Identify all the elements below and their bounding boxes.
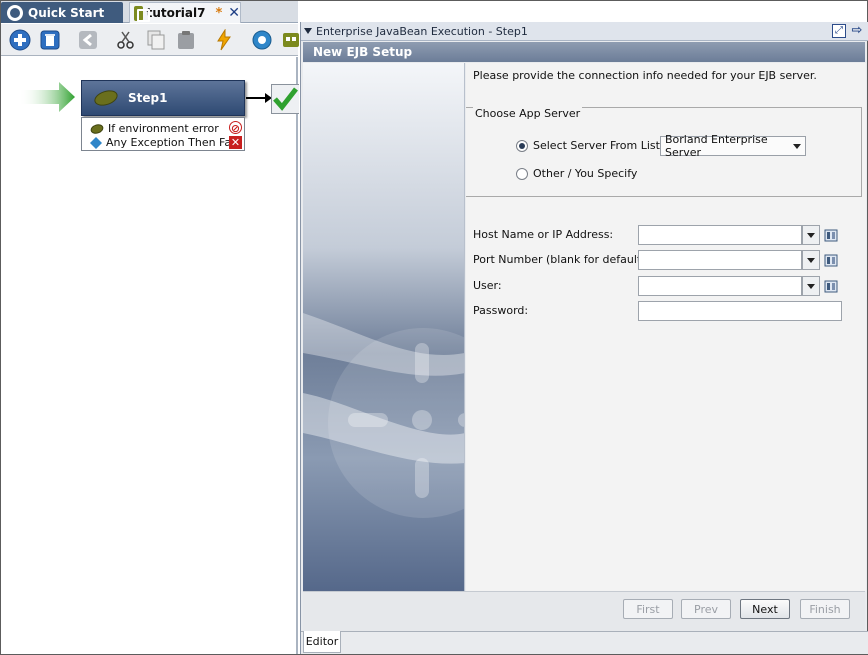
success-node[interactable] (271, 84, 299, 114)
host-field-row: Host Name or IP Address: (473, 225, 863, 245)
arrow-left-icon (79, 30, 97, 49)
server-select[interactable]: Borland Enterprise Server (660, 133, 806, 159)
trash-icon (40, 30, 60, 49)
group-title: Choose App Server (473, 107, 583, 120)
editor-pane: Enterprise JavaBean Execution - Step1 ⤢ … (300, 22, 868, 654)
wizard-side-art (303, 63, 465, 591)
radio-other-label: Other / You Specify (533, 167, 638, 180)
port-dropdown-button[interactable] (802, 250, 820, 270)
step-connector (246, 93, 272, 103)
gear-icon (252, 30, 272, 49)
scissors-icon (117, 31, 134, 49)
condition-row[interactable]: Any Exception Then Fail (90, 135, 237, 150)
radio-select-from-list[interactable]: Select Server From List: (516, 139, 664, 152)
prev-button[interactable]: Prev (681, 599, 731, 619)
host-dropdown-button[interactable] (802, 225, 820, 245)
red-x-icon: ✕ (229, 136, 242, 149)
host-label: Host Name or IP Address: (473, 228, 614, 241)
user-label: User: (473, 279, 502, 292)
wizard-button-bar: First Prev Next Finish (303, 591, 865, 631)
bean-icon (90, 123, 104, 134)
quick-start-icon (7, 4, 23, 21)
copy-icon (147, 30, 165, 49)
back-button[interactable] (77, 28, 99, 52)
wizard-form: Please provide the connection info neede… (466, 63, 866, 591)
workflow-canvas[interactable]: Step1 If environment error ⊘ Any Excepti… (1, 57, 299, 654)
port-label: Port Number (blank for default): (473, 253, 650, 266)
tab-editor[interactable]: Editor (303, 631, 341, 653)
clipboard-icon (178, 30, 194, 49)
diamond-icon (90, 136, 102, 149)
user-field-row: User: (473, 276, 863, 296)
password-input[interactable] (638, 301, 842, 321)
condition-row[interactable]: If environment error (90, 121, 219, 136)
radio-select-label: Select Server From List: (533, 139, 664, 152)
modified-indicator: * (215, 5, 223, 21)
server-select-value: Borland Enterprise Server (665, 133, 768, 159)
browse-icon[interactable] (824, 279, 838, 293)
editor-pane-title: Enterprise JavaBean Execution - Step1 (316, 24, 528, 38)
tab-tutorial7-label: tutorial7 (146, 6, 206, 20)
collapse-triangle-icon[interactable] (304, 28, 312, 34)
editor-pane-title-bar: Enterprise JavaBean Execution - Step1 ⤢ … (301, 22, 868, 41)
radio-other-specify[interactable]: Other / You Specify (516, 167, 637, 180)
run-button[interactable] (213, 28, 235, 52)
password-label: Password: (473, 304, 529, 317)
intro-text: Please provide the connection info neede… (473, 69, 817, 82)
port-field-row: Port Number (blank for default): (473, 250, 863, 270)
condition-label: Any Exception Then Fail (106, 136, 238, 149)
workflow-toolbar (1, 24, 299, 56)
condition-label: If environment error (108, 122, 219, 135)
step1-node[interactable]: Step1 (81, 80, 245, 116)
checkmark-icon (273, 87, 298, 111)
step1-conditions: If environment error ⊘ Any Exception The… (81, 117, 245, 151)
close-tab-icon[interactable]: ✕ (228, 5, 240, 21)
wizard-header: New EJB Setup (303, 42, 865, 62)
tab-tutorial7[interactable]: tutorial7 * ✕ (129, 2, 241, 23)
step1-label: Step1 (128, 91, 168, 105)
user-input[interactable] (638, 276, 802, 296)
browse-icon[interactable] (824, 253, 838, 267)
tab-quick-start-label: Quick Start (28, 5, 105, 20)
tab-quick-start[interactable]: Quick Start (1, 2, 123, 23)
bean-icon (92, 87, 120, 109)
radio-button-selected[interactable] (516, 139, 528, 152)
add-button[interactable] (9, 28, 31, 52)
no-entry-icon: ⊘ (229, 121, 242, 135)
port-input[interactable] (638, 250, 802, 270)
bottom-tab-strip: Editor (301, 631, 868, 654)
arrow-right-icon[interactable]: ⇨ (850, 24, 864, 38)
maximize-icon[interactable]: ⤢ (832, 24, 846, 38)
chevron-down-icon (793, 144, 801, 149)
decorative-banner-image (303, 63, 464, 591)
add-icon (9, 29, 31, 50)
radio-button[interactable] (516, 167, 528, 180)
user-dropdown-button[interactable] (802, 276, 820, 296)
cut-button[interactable] (115, 28, 137, 52)
lightning-icon (217, 28, 231, 50)
host-input[interactable] (638, 225, 802, 245)
first-button[interactable]: First (623, 599, 673, 619)
document-tab-strip: Quick Start tutorial7 * ✕ (1, 1, 298, 23)
finish-button[interactable]: Finish (800, 599, 850, 619)
delete-button[interactable] (39, 28, 61, 52)
browse-icon[interactable] (824, 228, 838, 242)
next-button[interactable]: Next (740, 599, 790, 619)
app-server-group: Choose App Server Select Server From Lis… (466, 107, 862, 197)
paste-button[interactable] (175, 28, 197, 52)
start-arrow-icon (19, 82, 75, 112)
settings-button[interactable] (251, 28, 273, 52)
project-icon (134, 5, 150, 22)
copy-button[interactable] (145, 28, 167, 52)
password-field-row: Password: (473, 301, 863, 321)
